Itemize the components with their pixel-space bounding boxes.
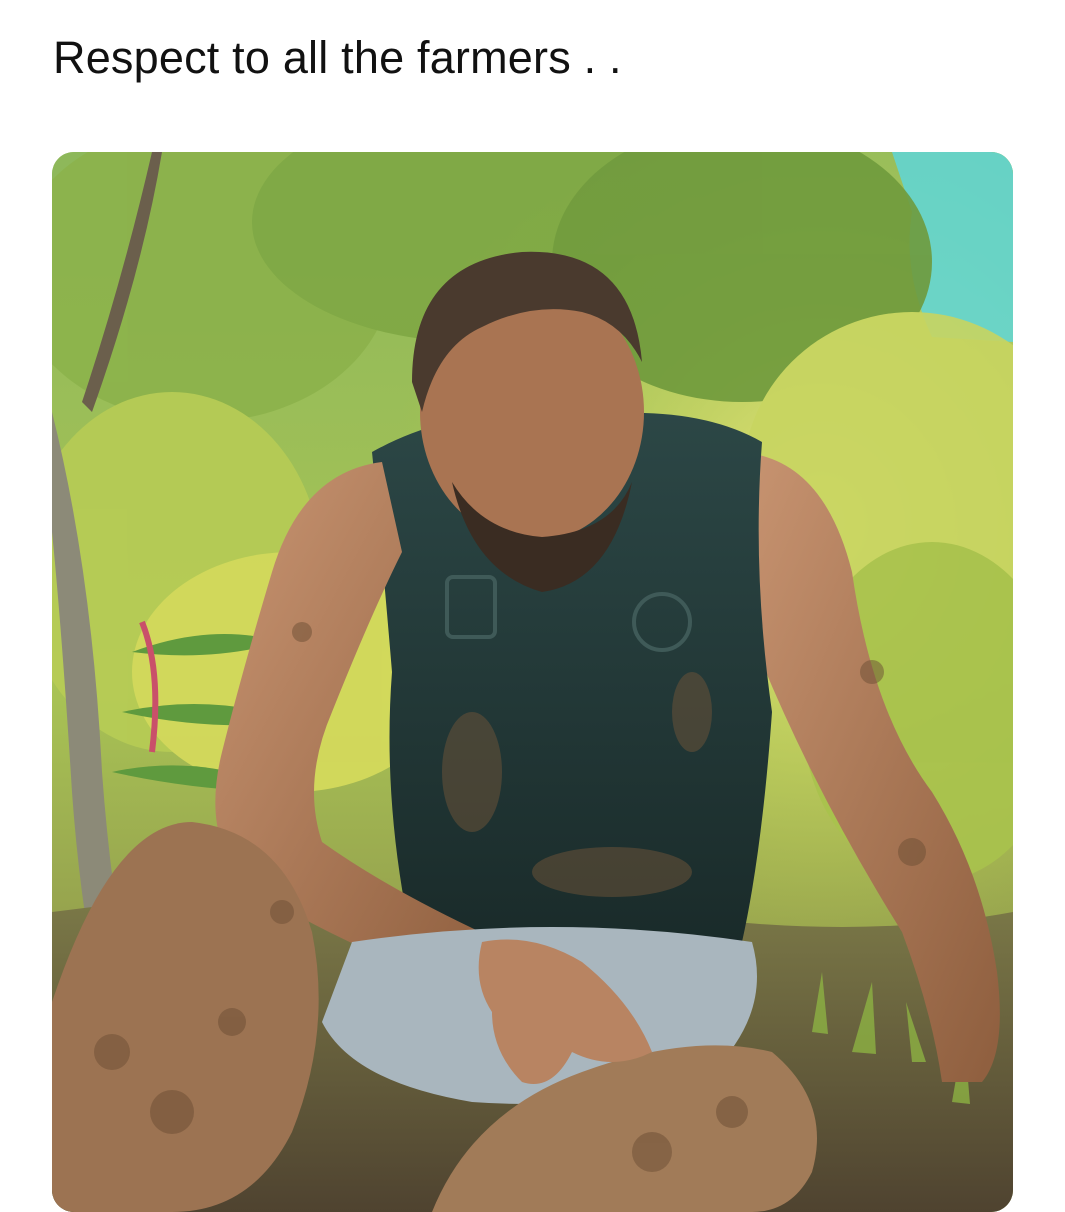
post-text: Respect to all the farmers . .	[53, 32, 622, 83]
post-card: Respect to all the farmers . .	[0, 0, 1065, 1212]
photo-illustration	[52, 152, 1013, 1212]
post-photo[interactable]	[52, 152, 1013, 1212]
